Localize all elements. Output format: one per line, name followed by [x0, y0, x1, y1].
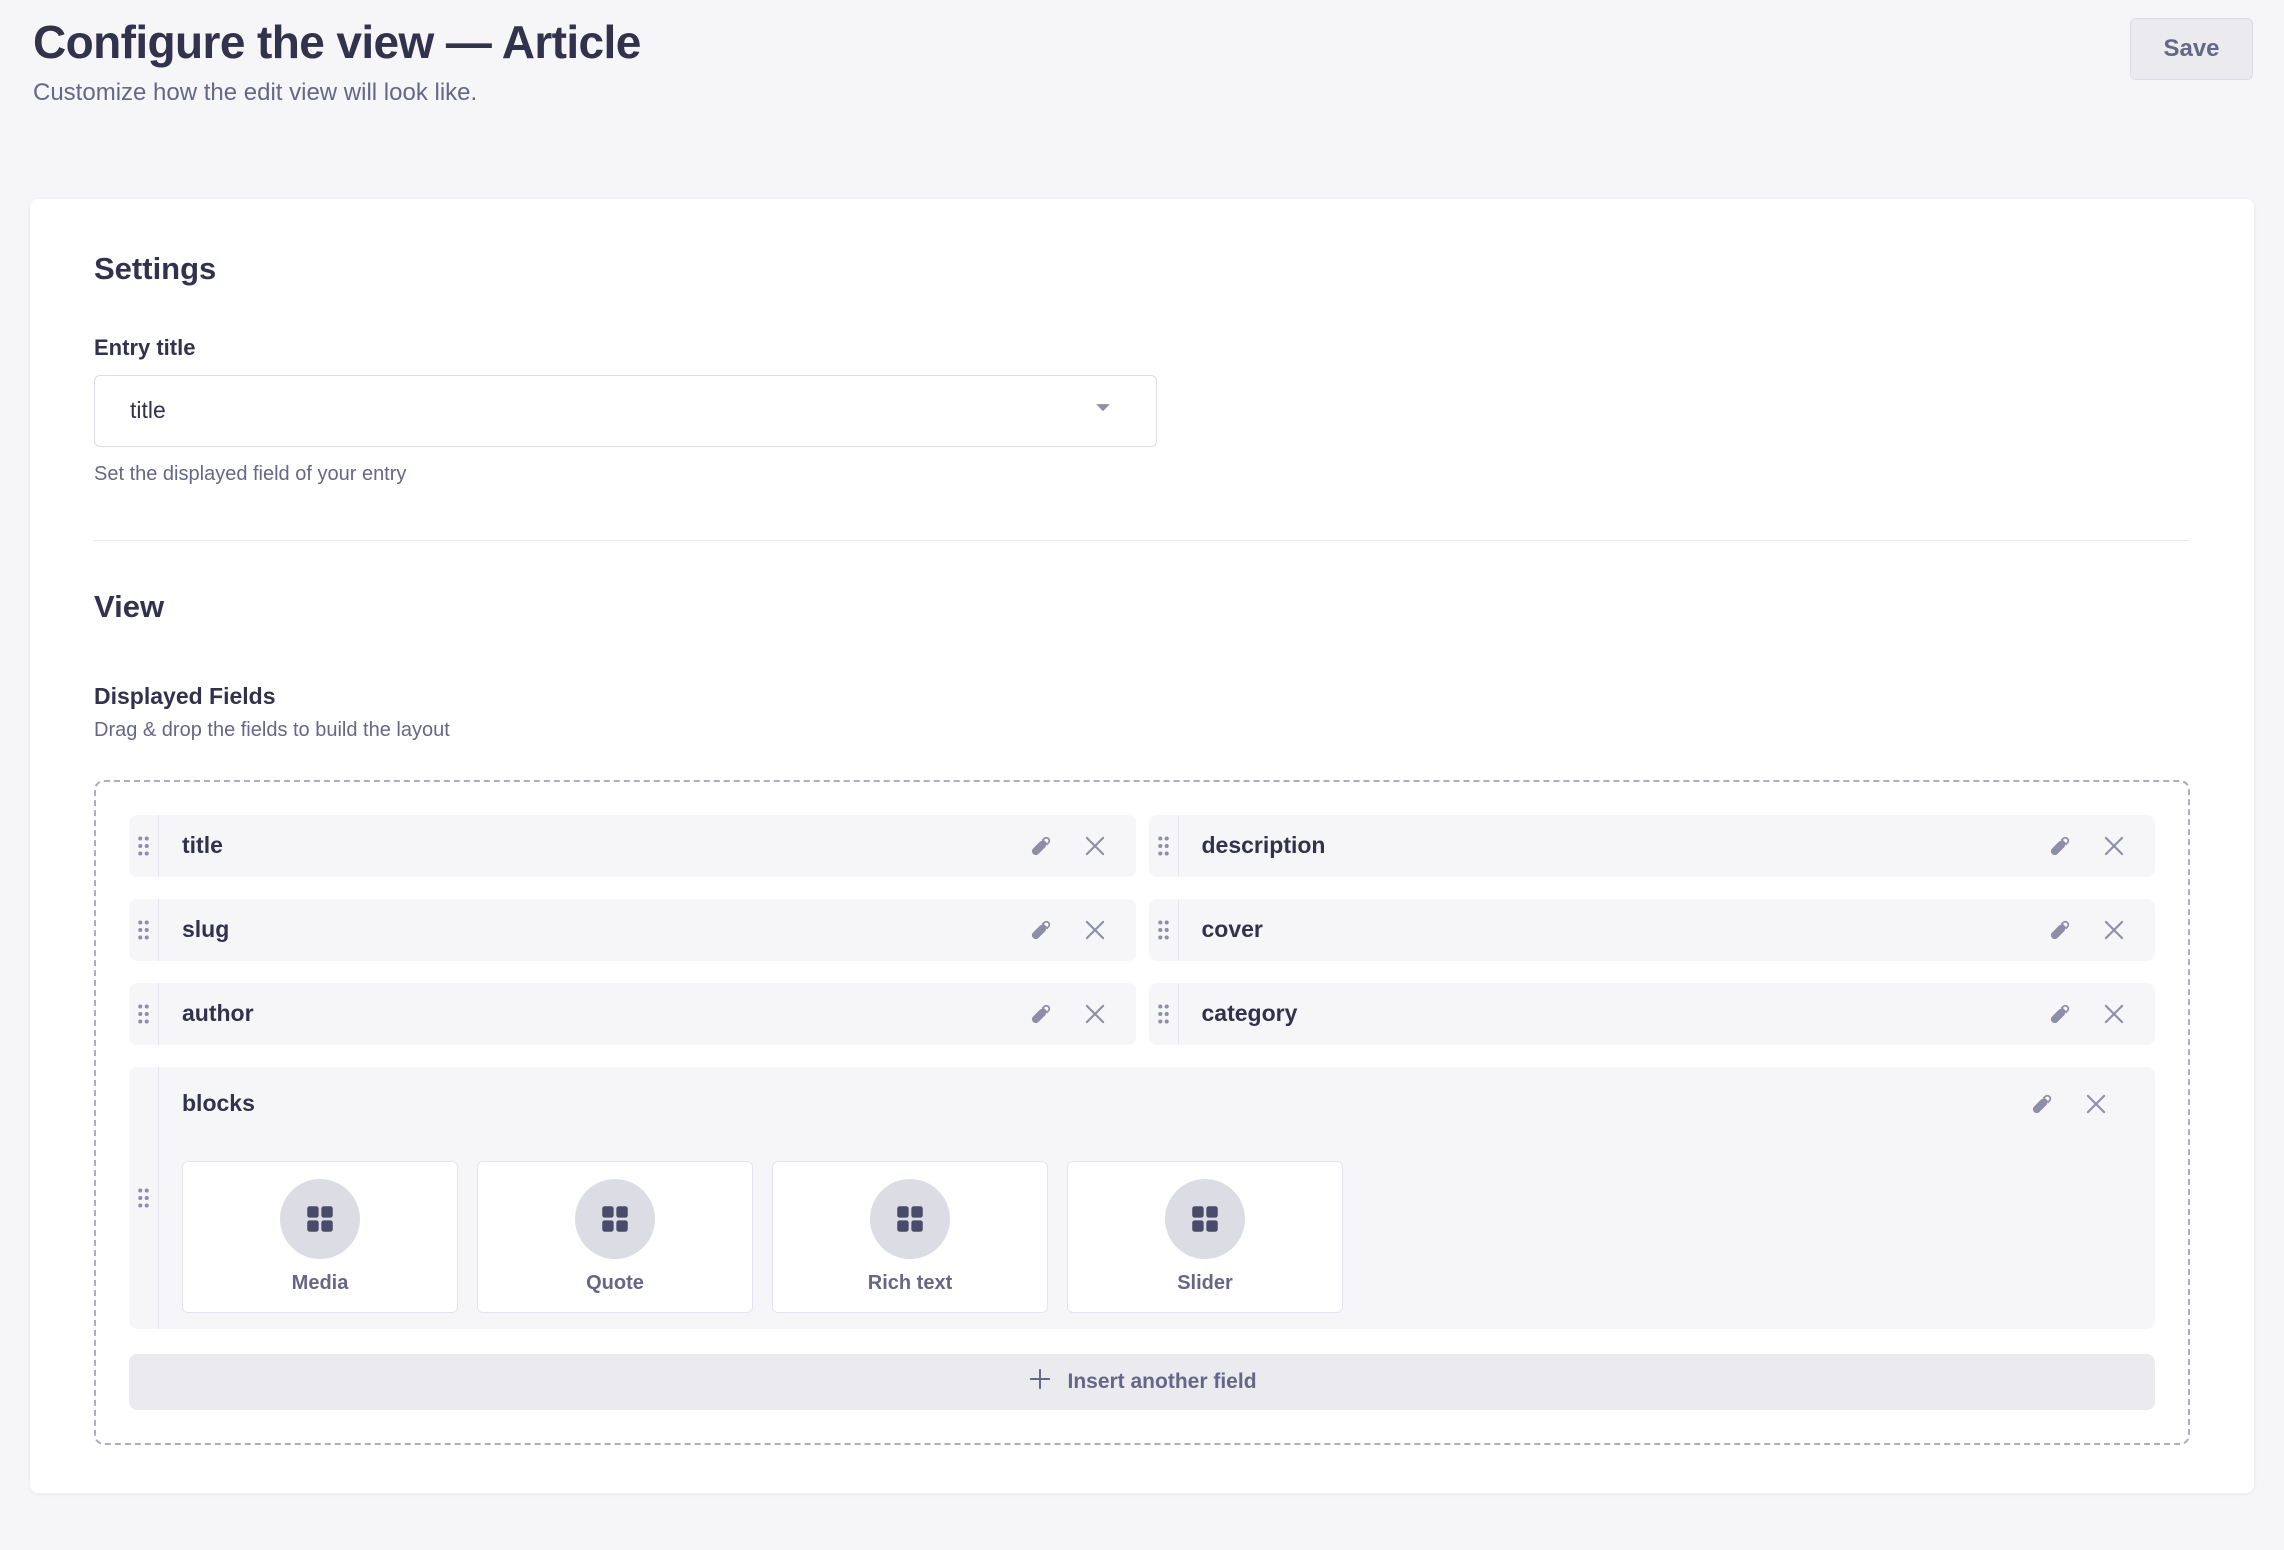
component-name: Quote: [586, 1272, 644, 1295]
drag-handle-icon[interactable]: [129, 899, 159, 961]
close-icon: [1080, 999, 1110, 1029]
entry-title-value: title: [130, 397, 166, 424]
fields-grid: title description: [129, 815, 2155, 1410]
displayed-fields-label: Displayed Fields: [94, 683, 2190, 710]
edit-field-button[interactable]: [1018, 907, 1064, 953]
remove-field-button[interactable]: [2091, 823, 2137, 869]
remove-field-button[interactable]: [2073, 1081, 2119, 1127]
settings-heading: Settings: [94, 251, 2190, 287]
remove-field-button[interactable]: [2091, 991, 2137, 1037]
component-card-quote: Quote: [477, 1161, 753, 1313]
edit-field-button[interactable]: [1018, 823, 1064, 869]
page-header: Configure the view — Article Customize h…: [0, 0, 2284, 107]
edit-field-button[interactable]: [2037, 991, 2083, 1037]
field-row-author[interactable]: author: [129, 983, 1136, 1045]
close-icon: [2099, 915, 2129, 945]
field-row-slug[interactable]: slug: [129, 899, 1136, 961]
pencil-icon: [2045, 999, 2075, 1029]
component-name: Rich text: [868, 1272, 952, 1295]
field-name: blocks: [182, 1090, 255, 1117]
remove-field-button[interactable]: [1072, 991, 1118, 1037]
drag-handle-icon[interactable]: [129, 1067, 159, 1329]
component-card-rich-text: Rich text: [772, 1161, 1048, 1313]
entry-title-hint: Set the displayed field of your entry: [94, 463, 2190, 486]
component-grid-icon: [1165, 1179, 1245, 1259]
component-grid-icon: [870, 1179, 950, 1259]
pencil-icon: [1026, 831, 1056, 861]
drag-handle-icon[interactable]: [129, 983, 159, 1045]
component-name: Slider: [1177, 1272, 1233, 1295]
page-title: Configure the view — Article: [33, 16, 2253, 69]
component-card-media: Media: [182, 1161, 458, 1313]
configuration-card: Settings Entry title title Set the displ…: [30, 199, 2254, 1493]
save-button[interactable]: Save: [2130, 18, 2253, 80]
page-subtitle: Customize how the edit view will look li…: [33, 79, 2253, 107]
edit-field-button[interactable]: [2037, 907, 2083, 953]
close-icon: [1080, 915, 1110, 945]
pencil-icon: [2045, 831, 2075, 861]
component-cards: Media Quote Rich text: [182, 1161, 2137, 1313]
field-name: description: [1179, 832, 1326, 859]
component-grid-icon: [280, 1179, 360, 1259]
caret-down-icon: [1092, 397, 1114, 425]
field-row-blocks[interactable]: blocks Media: [129, 1067, 2155, 1329]
field-name: author: [159, 1000, 254, 1027]
pencil-icon: [2045, 915, 2075, 945]
drag-handle-icon[interactable]: [1149, 815, 1179, 877]
field-row-category[interactable]: category: [1149, 983, 2156, 1045]
fields-dropzone: title description: [94, 780, 2190, 1445]
drag-handle-icon[interactable]: [129, 815, 159, 877]
remove-field-button[interactable]: [2091, 907, 2137, 953]
pencil-icon: [1026, 999, 1056, 1029]
close-icon: [1080, 831, 1110, 861]
component-card-slider: Slider: [1067, 1161, 1343, 1313]
close-icon: [2099, 831, 2129, 861]
remove-field-button[interactable]: [1072, 823, 1118, 869]
component-grid-icon: [575, 1179, 655, 1259]
pencil-icon: [2027, 1089, 2057, 1119]
insert-another-field-button[interactable]: Insert another field: [129, 1354, 2155, 1410]
field-row-cover[interactable]: cover: [1149, 899, 2156, 961]
entry-title-select[interactable]: title: [94, 375, 1157, 447]
edit-field-button[interactable]: [2037, 823, 2083, 869]
edit-field-button[interactable]: [1018, 991, 1064, 1037]
plus-icon: [1027, 1366, 1053, 1398]
field-name: title: [159, 832, 223, 859]
pencil-icon: [1026, 915, 1056, 945]
close-icon: [2099, 999, 2129, 1029]
drag-handle-icon[interactable]: [1149, 983, 1179, 1045]
component-name: Media: [292, 1272, 349, 1295]
close-icon: [2081, 1089, 2111, 1119]
drag-handle-icon[interactable]: [1149, 899, 1179, 961]
remove-field-button[interactable]: [1072, 907, 1118, 953]
insert-another-field-label: Insert another field: [1067, 1370, 1256, 1394]
field-row-title[interactable]: title: [129, 815, 1136, 877]
displayed-fields-hint: Drag & drop the fields to build the layo…: [94, 719, 2190, 742]
view-heading: View: [94, 589, 2190, 625]
field-name: cover: [1179, 916, 1263, 943]
edit-field-button[interactable]: [2019, 1081, 2065, 1127]
section-divider: [94, 540, 2190, 541]
field-name: slug: [159, 916, 229, 943]
field-row-description[interactable]: description: [1149, 815, 2156, 877]
entry-title-label: Entry title: [94, 335, 2190, 361]
field-name: category: [1179, 1000, 1298, 1027]
